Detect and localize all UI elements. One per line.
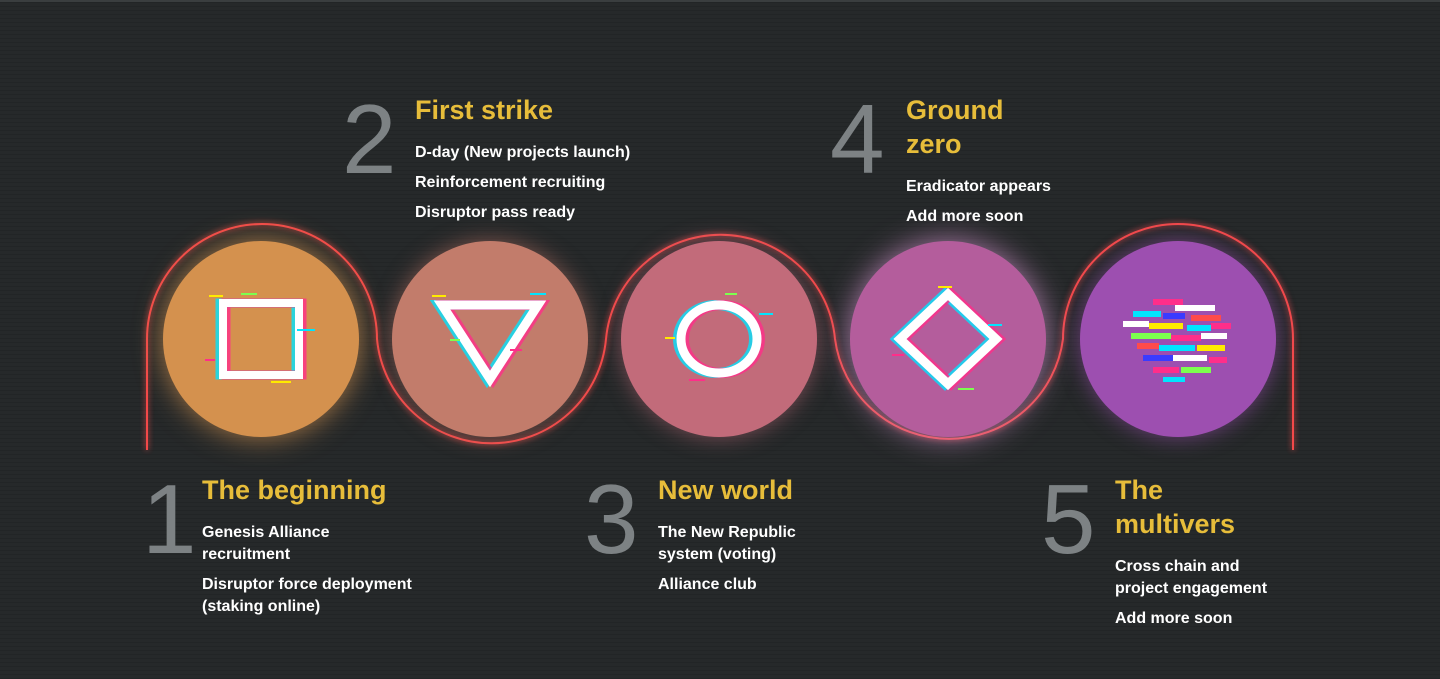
stage-4-item: Add more soon <box>906 208 1024 225</box>
stage-4-number: 4 <box>830 84 885 194</box>
stage-2-item: Disruptor pass ready <box>415 204 576 221</box>
stage-1-circle <box>163 241 359 437</box>
noise-glitch-icon <box>1123 299 1231 382</box>
stage-5-circle <box>1080 241 1276 437</box>
circle-glitch-icon <box>665 293 773 381</box>
stage-5-number: 5 <box>1041 464 1096 574</box>
stage-3-item: The New Republic system (voting) <box>658 524 796 563</box>
stage-3-number: 3 <box>584 464 639 574</box>
diamond-glitch-icon <box>889 286 1007 391</box>
stage-2-number: 2 <box>342 84 397 194</box>
stage-5-items: Cross chain and project engagement Add m… <box>1115 556 1295 638</box>
stage-1-items: Genesis Alliance recruitment Disruptor f… <box>202 522 432 626</box>
stage-4-circle <box>850 241 1046 437</box>
stage-1-title: The beginning <box>202 475 387 505</box>
stage-4-item: Eradicator appears <box>906 178 1051 195</box>
stage-3-title: New world <box>658 475 794 505</box>
stage-2-circle <box>392 241 588 437</box>
stage-2-item: Reinforcement recruiting <box>415 174 606 191</box>
stage-2-title: First strike <box>415 95 554 125</box>
stage-2-item: D-day (New projects launch) <box>415 144 631 161</box>
stage-1-number: 1 <box>142 464 197 574</box>
stage-3-item: Alliance club <box>658 576 757 593</box>
square-glitch-icon <box>205 293 315 383</box>
stage-2-items: D-day (New projects launch) Reinforcemen… <box>415 142 675 232</box>
stage-4-title: Ground zero <box>906 95 1004 159</box>
stage-3-items: The New Republic system (voting) Allianc… <box>658 522 828 604</box>
stage-5-item: Cross chain and project engagement <box>1115 558 1268 597</box>
stage-1-item: Genesis Alliance recruitment <box>202 524 330 563</box>
stage-1-item: Disruptor force deployment (staking onli… <box>202 576 412 615</box>
stage-5-title: The multivers <box>1115 475 1236 539</box>
triangle-glitch-icon <box>430 293 550 389</box>
stage-4-items: Eradicator appears Add more soon <box>906 176 1106 236</box>
stage-3-circle <box>621 241 817 437</box>
stage-5-item: Add more soon <box>1115 610 1233 627</box>
